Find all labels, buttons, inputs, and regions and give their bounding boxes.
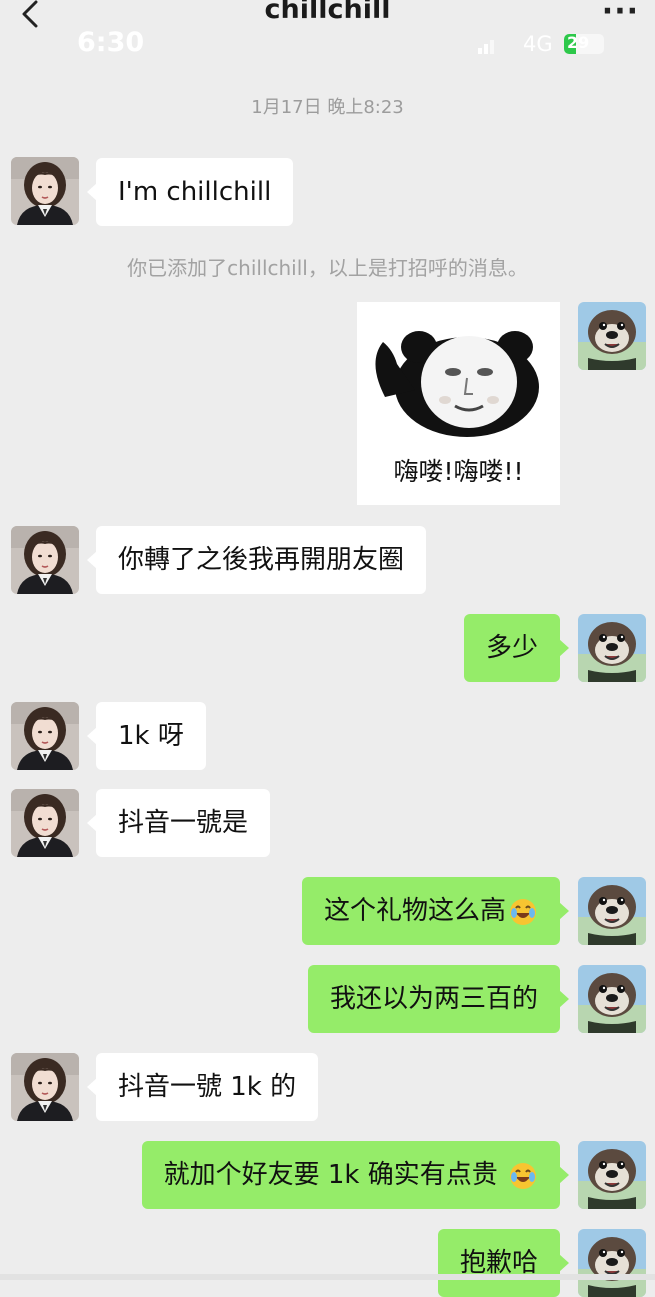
contact-avatar[interactable]: [11, 789, 79, 857]
contact-avatar-image: [11, 789, 79, 857]
my-avatar[interactable]: [578, 1141, 646, 1209]
chat-title: chillchill: [264, 0, 391, 25]
contact-avatar[interactable]: [11, 702, 79, 770]
my-avatar[interactable]: [578, 614, 646, 682]
laughing-emoji-icon: [510, 1162, 536, 1189]
my-avatar[interactable]: [578, 877, 646, 945]
my-avatar[interactable]: [578, 965, 646, 1033]
contact-avatar[interactable]: [11, 1053, 79, 1121]
contact-avatar-image: [11, 157, 79, 225]
title-bar: chillchill ··· 6:30 4G 29: [0, 0, 655, 70]
contact-avatar-image: [11, 702, 79, 770]
my-avatar-image: [578, 614, 646, 682]
outgoing-message[interactable]: 这个礼物这么高: [301, 877, 570, 945]
panda-sticker-image: [375, 331, 539, 437]
panda-sticker[interactable]: 嗨喽!嗨喽!!: [357, 302, 560, 505]
more-icon[interactable]: ···: [602, 0, 639, 27]
battery-percent: 29: [567, 34, 590, 52]
battery-icon: 29: [564, 34, 604, 54]
laughing-emoji-icon: [510, 898, 536, 925]
my-avatar-image: [578, 965, 646, 1033]
my-avatar-image: [578, 877, 646, 945]
contact-avatar[interactable]: [11, 526, 79, 594]
my-avatar[interactable]: [578, 302, 646, 370]
my-avatar-image: [578, 1141, 646, 1209]
outgoing-message[interactable]: 就加个好友要 1k 确实有点贵: [141, 1141, 570, 1209]
system-note: 你已添加了chillchill，以上是打招呼的消息。: [127, 256, 528, 280]
contact-avatar[interactable]: [11, 157, 79, 225]
incoming-message[interactable]: 抖音一號是: [86, 789, 271, 857]
incoming-message[interactable]: 你轉了之後我再開朋友圈: [86, 526, 427, 594]
my-avatar-image: [578, 302, 646, 370]
outgoing-message[interactable]: 抱歉哈: [437, 1229, 570, 1297]
my-avatar-image: [578, 1229, 646, 1297]
outgoing-message[interactable]: 多少: [463, 614, 570, 682]
network-type: 4G: [523, 32, 553, 56]
status-time: 6:30: [77, 27, 145, 58]
signal-icon: [478, 40, 494, 54]
bottom-edge: [0, 1274, 655, 1280]
outgoing-message-text: 这个礼物这么高: [323, 896, 506, 926]
message-timestamp: 1月17日 晚上8:23: [251, 97, 404, 118]
contact-avatar-image: [11, 526, 79, 594]
sticker-caption: 嗨喽!嗨喽!!: [393, 457, 524, 486]
outgoing-message-text: 就加个好友要 1k 确实有点贵: [163, 1160, 498, 1190]
my-avatar[interactable]: [578, 1229, 646, 1297]
incoming-message[interactable]: I'm chillchill: [86, 158, 294, 226]
outgoing-message[interactable]: 我还以为两三百的: [307, 965, 570, 1033]
incoming-message[interactable]: 1k 呀: [87, 702, 206, 770]
contact-avatar-image: [11, 1053, 79, 1121]
incoming-message[interactable]: 抖音一號 1k 的: [86, 1053, 319, 1121]
